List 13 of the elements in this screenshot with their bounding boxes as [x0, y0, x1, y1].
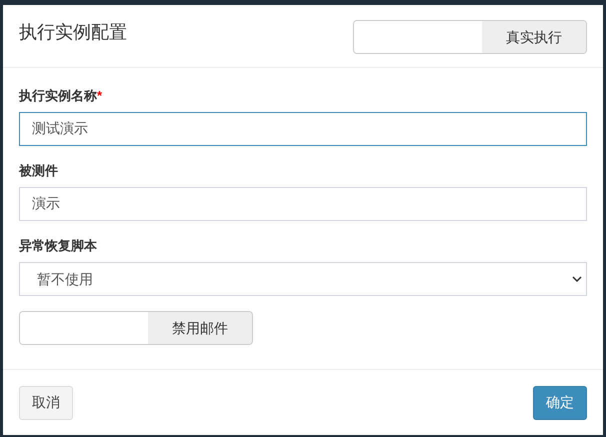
confirm-button[interactable]: 确定: [533, 386, 587, 420]
input-field[interactable]: 测试演示: [19, 112, 587, 146]
dropdown[interactable]: 暂不使用: [19, 262, 587, 296]
toggle-switch[interactable]: 真实执行: [353, 20, 587, 54]
field-label: 被测件: [19, 162, 58, 180]
dialog-title: 执行实例配置: [19, 21, 127, 44]
required-mark: *: [97, 87, 102, 105]
cancel-button[interactable]: 取消: [19, 386, 73, 420]
chevron-down-icon: [572, 276, 582, 282]
input-field[interactable]: 演示: [19, 187, 587, 221]
toggle-switch[interactable]: 禁用邮件: [19, 311, 253, 345]
field-label: 执行实例名称: [19, 87, 97, 105]
field-label: 异常恢复脚本: [19, 237, 97, 255]
